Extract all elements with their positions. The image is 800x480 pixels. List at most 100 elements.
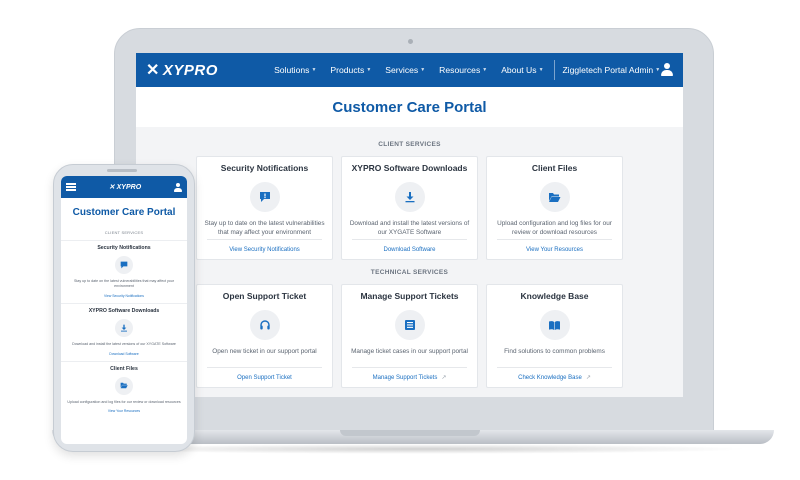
mobile-card-title: XYPRO Software Downloads	[61, 302, 187, 314]
client-services-cards: Security Notifications Stay up to date o…	[136, 156, 683, 260]
download-icon	[394, 182, 425, 212]
card-title: Client Files	[531, 163, 578, 173]
card-link-manage-support-tickets[interactable]: Manage Support Tickets ↗	[342, 374, 477, 381]
page-title: Customer Care Portal	[332, 98, 487, 116]
user-icon[interactable]	[174, 182, 182, 192]
marketing-mockup: ✕ XYPRO Solutions ▼ Products ▼ Services ▼ R…	[0, 0, 800, 480]
card-description: Stay up to date on the latest vulnerabil…	[204, 220, 325, 236]
folder-open-icon	[539, 182, 570, 212]
headset-icon	[249, 310, 280, 340]
nav-services[interactable]: Services ▼	[385, 65, 425, 75]
nav-solutions-label: Solutions	[274, 65, 310, 75]
chevron-down-icon: ▼	[311, 67, 317, 73]
section-label-client-services: CLIENT SERVICES	[378, 141, 441, 148]
mobile-xypro-logo[interactable]: ✕ XYPRO	[76, 183, 174, 191]
mobile-card-client-files[interactable]: Client Files Upload configuration and lo…	[61, 360, 187, 413]
card-link-label: Manage Support Tickets	[372, 375, 438, 381]
hamburger-menu-icon[interactable]	[66, 183, 76, 191]
user-icon[interactable]	[660, 63, 674, 77]
mobile-card-software-downloads[interactable]: XYPRO Software Downloads Download and in…	[61, 302, 187, 356]
mobile-card-title: Client Files	[61, 360, 187, 372]
phone-speaker	[107, 169, 137, 172]
mobile-card-link[interactable]: View Security Notifications	[61, 294, 187, 298]
section-label-technical-services: TECHNICAL SERVICES	[370, 269, 449, 276]
card-software-downloads[interactable]: XYPRO Software Downloads Download and in…	[341, 156, 478, 260]
mobile-card-link[interactable]: View Your Resources	[61, 409, 187, 413]
card-title: Knowledge Base	[520, 291, 589, 301]
card-divider	[497, 239, 612, 240]
laptop-camera	[408, 39, 413, 44]
mobile-screen: ✕ XYPRO Customer Care Portal CLIENT SERV…	[61, 176, 187, 444]
xypro-logo-text: XYPRO	[116, 184, 142, 191]
card-title: Manage Support Tickets	[360, 291, 459, 301]
mobile-card-description: Download and install the latest versions…	[72, 341, 176, 346]
page-header: Customer Care Portal	[136, 87, 683, 127]
card-divider	[497, 367, 612, 368]
chevron-down-icon: ▼	[538, 67, 544, 73]
card-open-support-ticket[interactable]: Open Support Ticket Open new ticket in o…	[196, 284, 333, 388]
card-manage-support-tickets[interactable]: Manage Support Tickets Manage ticket cas…	[341, 284, 478, 388]
card-description: Find solutions to common problems	[504, 348, 605, 355]
card-divider	[207, 239, 322, 240]
list-alt-icon	[394, 310, 425, 340]
card-knowledge-base[interactable]: Knowledge Base Find solutions to common …	[486, 284, 623, 388]
card-client-files[interactable]: Client Files Upload configuration and lo…	[486, 156, 623, 260]
card-divider	[352, 367, 467, 368]
folder-open-icon	[115, 376, 133, 395]
mobile-card-description: Stay up to date on the latest vulnerabil…	[73, 279, 175, 288]
nav-divider	[553, 60, 555, 80]
card-link-label: View Your Resources	[526, 247, 583, 253]
nav-solutions[interactable]: Solutions ▼	[274, 65, 316, 75]
admin-menu[interactable]: Ziggletech Portal Admin ▼	[562, 65, 660, 75]
nav-about-us-label: About Us	[501, 65, 537, 75]
card-title: Security Notifications	[220, 163, 309, 173]
chevron-down-icon: ▼	[420, 67, 426, 73]
card-link-check-knowledge-base[interactable]: Check Knowledge Base ↗	[487, 374, 622, 381]
laptop-notch	[340, 430, 480, 436]
xypro-logo-mark: ✕	[108, 184, 117, 191]
mobile-card-description: Upload configuration and log files for o…	[67, 399, 181, 404]
card-title: XYPRO Software Downloads	[351, 163, 468, 173]
top-navbar: ✕ XYPRO Solutions ▼ Products ▼ Services ▼ R…	[136, 53, 683, 87]
xypro-logo-mark: ✕	[146, 62, 160, 79]
nav-about-us[interactable]: About Us ▼	[501, 65, 543, 75]
xypro-logo[interactable]: ✕ XYPRO	[146, 60, 256, 80]
card-divider	[352, 239, 467, 240]
download-icon	[115, 318, 133, 337]
card-divider	[207, 367, 322, 368]
alert-message-icon	[249, 182, 280, 212]
card-link-label: Open Support Ticket	[237, 375, 292, 381]
card-link-download-software[interactable]: Download Software	[342, 247, 477, 253]
card-link-label: View Security Notifications	[229, 247, 300, 253]
card-description: Open new ticket in our support portal	[212, 348, 317, 355]
mobile-card-title: Security Notifications	[61, 240, 187, 251]
card-description: Upload configuration and log files for o…	[497, 220, 612, 236]
card-link-view-security-notifications[interactable]: View Security Notifications	[197, 247, 332, 253]
mobile-card-security-notifications[interactable]: Security Notifications Stay up to date o…	[61, 240, 187, 298]
card-link-view-your-resources[interactable]: View Your Resources	[487, 247, 622, 253]
card-link-open-support-ticket[interactable]: Open Support Ticket	[197, 375, 332, 381]
admin-menu-label: Ziggletech Portal Admin	[562, 65, 654, 75]
card-description: Download and install the latest versions…	[349, 220, 470, 236]
card-description: Manage ticket cases in our support porta…	[351, 348, 468, 355]
external-link-icon: ↗	[441, 375, 447, 381]
book-open-icon	[539, 310, 570, 340]
technical-services-cards: Open Support Ticket Open new ticket in o…	[136, 284, 683, 388]
chevron-down-icon: ▼	[366, 67, 372, 73]
nav-resources-label: Resources	[439, 65, 481, 75]
mobile-page-title: Customer Care Portal	[72, 207, 176, 218]
xypro-logo-text: XYPRO	[162, 61, 218, 79]
mobile-section-label: CLIENT SERVICES	[104, 230, 144, 235]
alert-message-icon	[115, 256, 133, 274]
nav-resources[interactable]: Resources ▼	[439, 65, 487, 75]
nav-products[interactable]: Products ▼	[330, 65, 371, 75]
card-security-notifications[interactable]: Security Notifications Stay up to date o…	[196, 156, 333, 260]
card-link-label: Check Knowledge Base	[518, 375, 582, 381]
card-title: Open Support Ticket	[222, 291, 307, 301]
mobile-navbar: ✕ XYPRO	[61, 176, 187, 198]
card-link-label: Download Software	[383, 247, 436, 253]
main-menu: Solutions ▼ Products ▼ Services ▼ Resources…	[274, 65, 543, 75]
external-link-icon: ↗	[585, 375, 591, 381]
mobile-card-link[interactable]: Download Software	[61, 352, 187, 356]
nav-services-label: Services	[385, 65, 419, 75]
